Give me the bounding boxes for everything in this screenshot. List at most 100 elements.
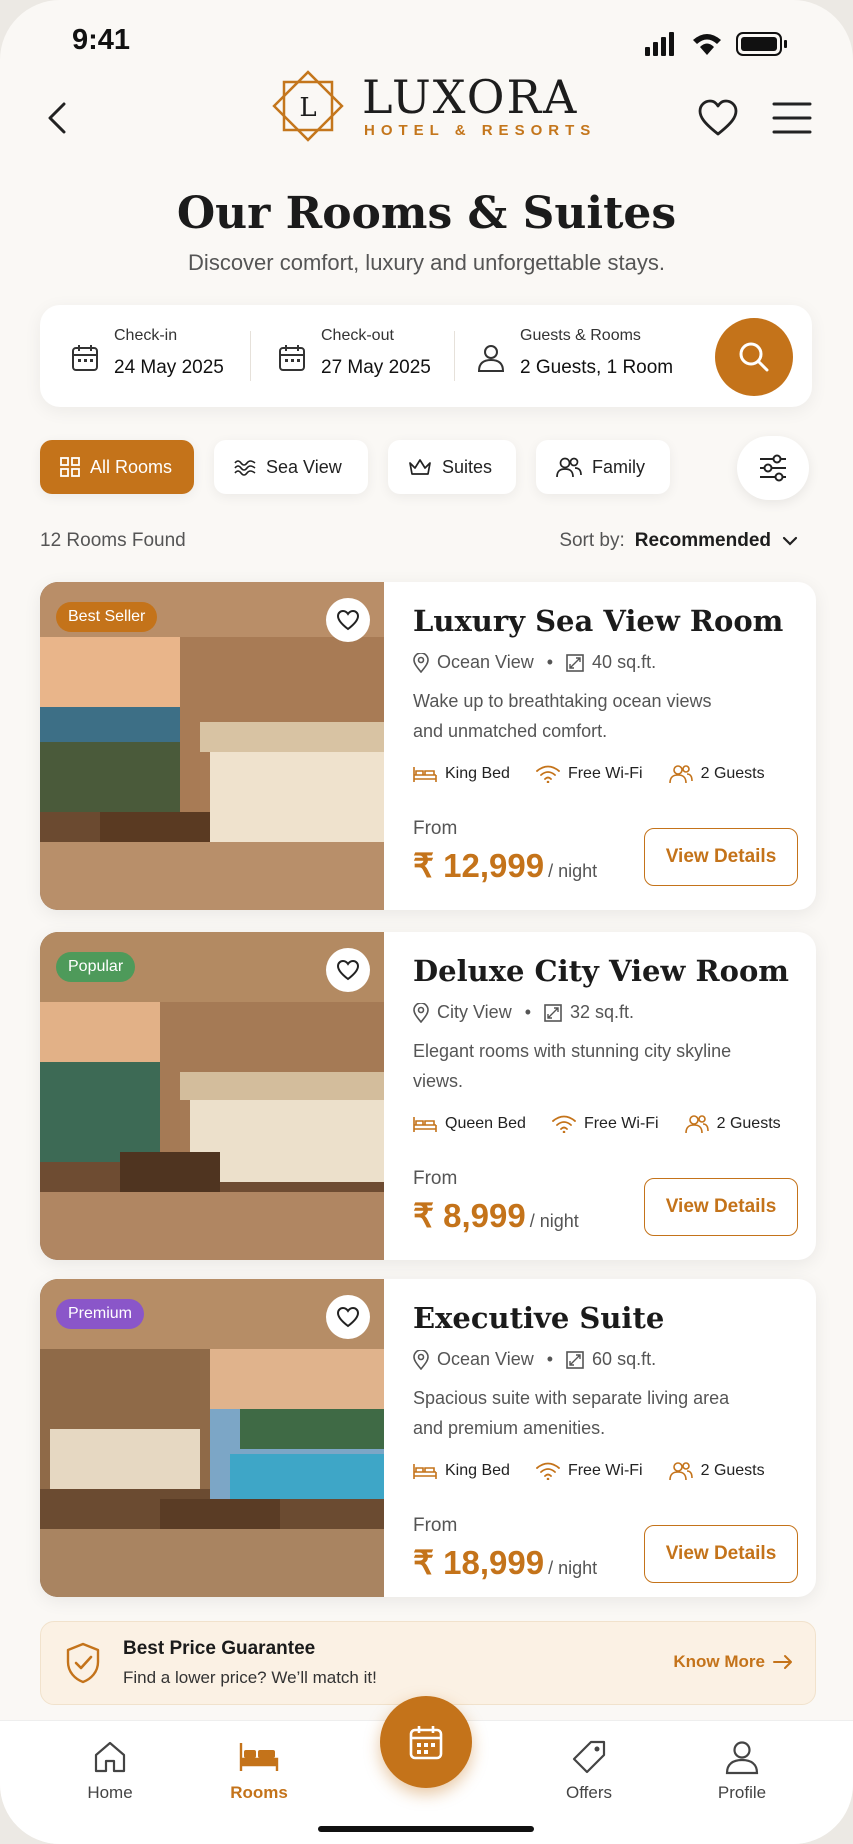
guests-icon bbox=[684, 1115, 709, 1134]
room-info: Executive Suite Ocean View • 60 sq.ft. S… bbox=[413, 1279, 816, 1597]
guests-icon bbox=[668, 765, 693, 784]
tag-icon bbox=[572, 1740, 606, 1774]
dot-separator: • bbox=[519, 1002, 537, 1022]
profile-icon bbox=[725, 1741, 759, 1775]
room-view: Ocean View bbox=[437, 1349, 534, 1369]
guests-field[interactable]: Guests & Rooms 2 Guests, 1 Room bbox=[477, 327, 673, 379]
heart-icon bbox=[336, 609, 360, 631]
divider bbox=[250, 331, 251, 381]
room-badge: Best Seller bbox=[56, 602, 158, 632]
hamburger-menu-icon[interactable] bbox=[770, 98, 814, 138]
price-unit: / night bbox=[548, 1558, 598, 1578]
know-more-label: Know More bbox=[673, 1652, 765, 1671]
guests-label: Guests & Rooms bbox=[520, 327, 641, 344]
status-icons bbox=[645, 32, 787, 56]
price-guarantee-banner: Best Price Guarantee Find a lower price?… bbox=[40, 1621, 816, 1705]
favorite-button[interactable] bbox=[326, 1295, 370, 1339]
favorite-button[interactable] bbox=[326, 948, 370, 992]
room-size: 32 sq.ft. bbox=[570, 1002, 635, 1022]
waves-icon bbox=[234, 460, 256, 476]
brand-logo: L bbox=[272, 70, 344, 142]
booking-calendar-button[interactable] bbox=[380, 1696, 472, 1788]
room-card[interactable]: Popular Deluxe City View Room City View … bbox=[40, 932, 816, 1260]
sort-dropdown[interactable]: Sort by: Recommended bbox=[559, 530, 799, 552]
location-pin-icon bbox=[413, 1002, 429, 1023]
amenity-bed: Queen Bed bbox=[445, 1115, 526, 1132]
room-card[interactable]: Best Seller Luxury Sea View Room Ocean V… bbox=[40, 582, 816, 910]
divider bbox=[454, 331, 455, 381]
app-screen: 9:41 L LUXORA HOTEL & RESORTS Our Rooms … bbox=[0, 0, 853, 1844]
room-card[interactable]: Premium Executive Suite Ocean View • 60 … bbox=[40, 1279, 816, 1597]
brand-monogram: L bbox=[299, 93, 316, 123]
favorite-button[interactable] bbox=[326, 598, 370, 642]
wifi-icon bbox=[552, 1115, 576, 1133]
chip-all-rooms[interactable]: All Rooms bbox=[40, 440, 194, 494]
checkin-field[interactable]: Check-in 24 May 2025 bbox=[72, 327, 224, 379]
room-description: Spacious suite with separate living area… bbox=[413, 1388, 730, 1438]
person-icon bbox=[477, 345, 505, 372]
room-view: Ocean View bbox=[437, 652, 534, 672]
price-from-label: From bbox=[413, 818, 458, 839]
room-view: City View bbox=[437, 1002, 512, 1022]
nav-rooms-label: Rooms bbox=[230, 1783, 288, 1802]
sort-label: Sort by: bbox=[559, 530, 625, 551]
chip-label: Family bbox=[592, 456, 645, 477]
heart-icon bbox=[336, 1306, 360, 1328]
filter-settings-button[interactable] bbox=[737, 436, 809, 500]
search-button[interactable] bbox=[715, 318, 793, 396]
room-price: ₹ 12,999/ night bbox=[413, 846, 597, 885]
room-badge: Premium bbox=[56, 1299, 145, 1329]
amenity-guests: 2 Guests bbox=[700, 1462, 765, 1479]
area-icon bbox=[566, 653, 584, 672]
back-arrow-icon[interactable] bbox=[38, 98, 78, 138]
calendar-icon bbox=[279, 345, 305, 371]
grid-icon bbox=[60, 457, 80, 477]
view-details-button[interactable]: View Details bbox=[644, 828, 798, 886]
filter-chips: All Rooms Sea View Suites Family bbox=[40, 440, 820, 496]
price-from-label: From bbox=[413, 1168, 458, 1189]
heart-icon bbox=[336, 959, 360, 981]
price-value: ₹ 18,999 bbox=[413, 1544, 545, 1581]
chip-sea-view[interactable]: Sea View bbox=[214, 440, 368, 494]
nav-offers[interactable]: Offers bbox=[539, 1739, 639, 1803]
amenity-bed: King Bed bbox=[445, 1462, 510, 1479]
room-info: Deluxe City View Room City View • 32 sq.… bbox=[413, 932, 816, 1260]
know-more-link[interactable]: Know More bbox=[673, 1652, 793, 1672]
wishlist-heart-icon[interactable] bbox=[696, 96, 740, 140]
guests-icon bbox=[668, 1462, 693, 1481]
room-amenities: King Bed Free Wi-Fi 2 Guests bbox=[413, 764, 765, 784]
chip-family[interactable]: Family bbox=[536, 440, 670, 494]
bed-icon bbox=[413, 1117, 437, 1132]
nav-rooms[interactable]: Rooms bbox=[209, 1739, 309, 1803]
view-details-button[interactable]: View Details bbox=[644, 1525, 798, 1583]
checkout-label: Check-out bbox=[321, 327, 394, 344]
chip-label: Sea View bbox=[266, 456, 342, 477]
search-icon bbox=[739, 342, 769, 372]
home-icon bbox=[94, 1741, 126, 1773]
dot-separator: • bbox=[541, 1349, 559, 1369]
checkout-value: 27 May 2025 bbox=[321, 357, 431, 378]
price-value: ₹ 12,999 bbox=[413, 847, 545, 884]
bed-icon bbox=[413, 1464, 437, 1479]
wifi-icon bbox=[536, 765, 560, 783]
calendar-icon bbox=[72, 345, 98, 371]
sliders-icon bbox=[760, 454, 786, 482]
nav-home[interactable]: Home bbox=[60, 1739, 160, 1803]
arrow-right-icon bbox=[773, 1655, 792, 1669]
amenity-guests: 2 Guests bbox=[716, 1115, 781, 1132]
chip-label: Suites bbox=[442, 456, 493, 477]
chevron-down-icon bbox=[782, 536, 798, 546]
home-indicator bbox=[318, 1826, 534, 1832]
price-value: ₹ 8,999 bbox=[413, 1197, 526, 1234]
room-description: Elegant rooms with stunning city skyline… bbox=[413, 1041, 732, 1091]
nav-profile[interactable]: Profile bbox=[692, 1739, 792, 1803]
checkin-label: Check-in bbox=[114, 327, 178, 344]
chip-suites[interactable]: Suites bbox=[388, 440, 516, 494]
bed-icon bbox=[239, 1743, 279, 1771]
room-description: Wake up to breathtaking ocean views and … bbox=[413, 691, 712, 741]
room-meta: City View • 32 sq.ft. bbox=[413, 1002, 634, 1023]
sort-value: Recommended bbox=[634, 530, 771, 551]
location-pin-icon bbox=[413, 652, 429, 673]
checkout-field[interactable]: Check-out 27 May 2025 bbox=[279, 327, 431, 379]
view-details-button[interactable]: View Details bbox=[644, 1178, 798, 1236]
